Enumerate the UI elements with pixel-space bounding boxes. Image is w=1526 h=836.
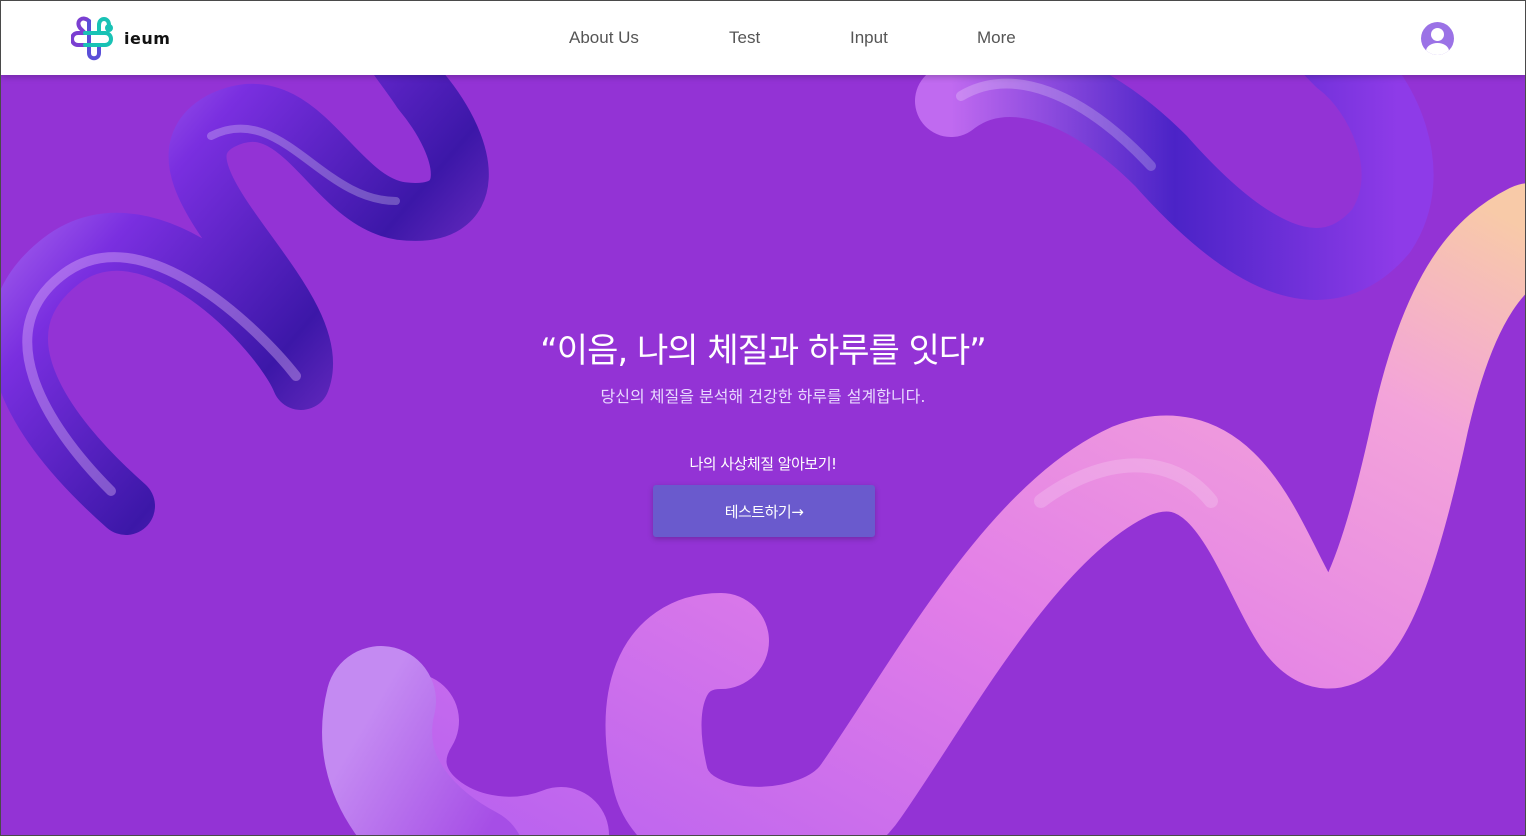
hero-background-art <box>1 1 1525 835</box>
tube-top-left <box>1 1 489 535</box>
top-navbar: ieum About Us Test Input More <box>1 1 1525 75</box>
nav-input[interactable]: Input <box>850 28 888 48</box>
nav-test[interactable]: Test <box>729 28 760 48</box>
start-test-button[interactable]: 테스트하기→ <box>653 485 875 537</box>
nav-about-us[interactable]: About Us <box>569 28 639 48</box>
nav-more[interactable]: More <box>977 28 1016 48</box>
avatar-head <box>1431 28 1444 41</box>
hero-title: “이음, 나의 체질과 하루를 잇다” <box>540 331 987 371</box>
brand-logo[interactable]: ieum <box>71 15 170 61</box>
brand-name: ieum <box>124 28 171 48</box>
clover-knot-logo-icon <box>71 16 113 61</box>
avatar-body <box>1426 43 1449 55</box>
tube-bottom-pink <box>350 183 1525 835</box>
cta-label: 나의 사상체질 알아보기! <box>689 455 837 473</box>
page: ieum About Us Test Input More “이음, 나의 체질… <box>0 0 1526 836</box>
hero-subtitle: 당신의 체질을 분석해 건강한 하루를 설계합니다. <box>600 387 926 406</box>
user-profile-icon[interactable] <box>1421 22 1454 55</box>
